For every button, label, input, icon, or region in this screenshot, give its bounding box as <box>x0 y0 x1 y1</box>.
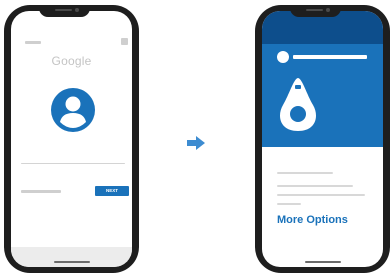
phone-sign-in: Google NEXT <box>4 5 139 273</box>
status-bar-placeholder <box>25 41 41 44</box>
header-title-placeholder <box>293 55 367 59</box>
arrow-right-icon <box>187 136 205 150</box>
phone-notch <box>290 5 341 17</box>
front-camera <box>326 8 330 12</box>
text-placeholder <box>277 194 365 196</box>
text-placeholder <box>277 172 333 174</box>
option-placeholder <box>21 190 61 193</box>
text-placeholder <box>277 185 353 187</box>
menu-placeholder <box>121 38 128 45</box>
speaker <box>306 9 323 11</box>
more-options-link[interactable]: More Options <box>277 214 348 226</box>
input-underline[interactable] <box>21 163 125 164</box>
security-key-panel <box>262 44 383 147</box>
google-logo: Google <box>51 54 92 68</box>
sign-in-screen: Google NEXT <box>11 11 132 267</box>
header-dot <box>277 51 289 63</box>
bottom-nav-bar <box>11 247 132 267</box>
user-avatar-icon <box>51 88 95 132</box>
speaker <box>55 9 72 11</box>
home-indicator <box>305 261 341 263</box>
security-key-screen: More Options <box>262 11 383 267</box>
security-key-icon <box>279 78 317 131</box>
front-camera <box>75 8 79 12</box>
next-button[interactable]: NEXT <box>95 186 129 196</box>
phone-security-key: More Options <box>255 5 390 273</box>
text-placeholder <box>277 203 301 205</box>
home-indicator <box>54 261 90 263</box>
phone-notch <box>39 5 90 17</box>
